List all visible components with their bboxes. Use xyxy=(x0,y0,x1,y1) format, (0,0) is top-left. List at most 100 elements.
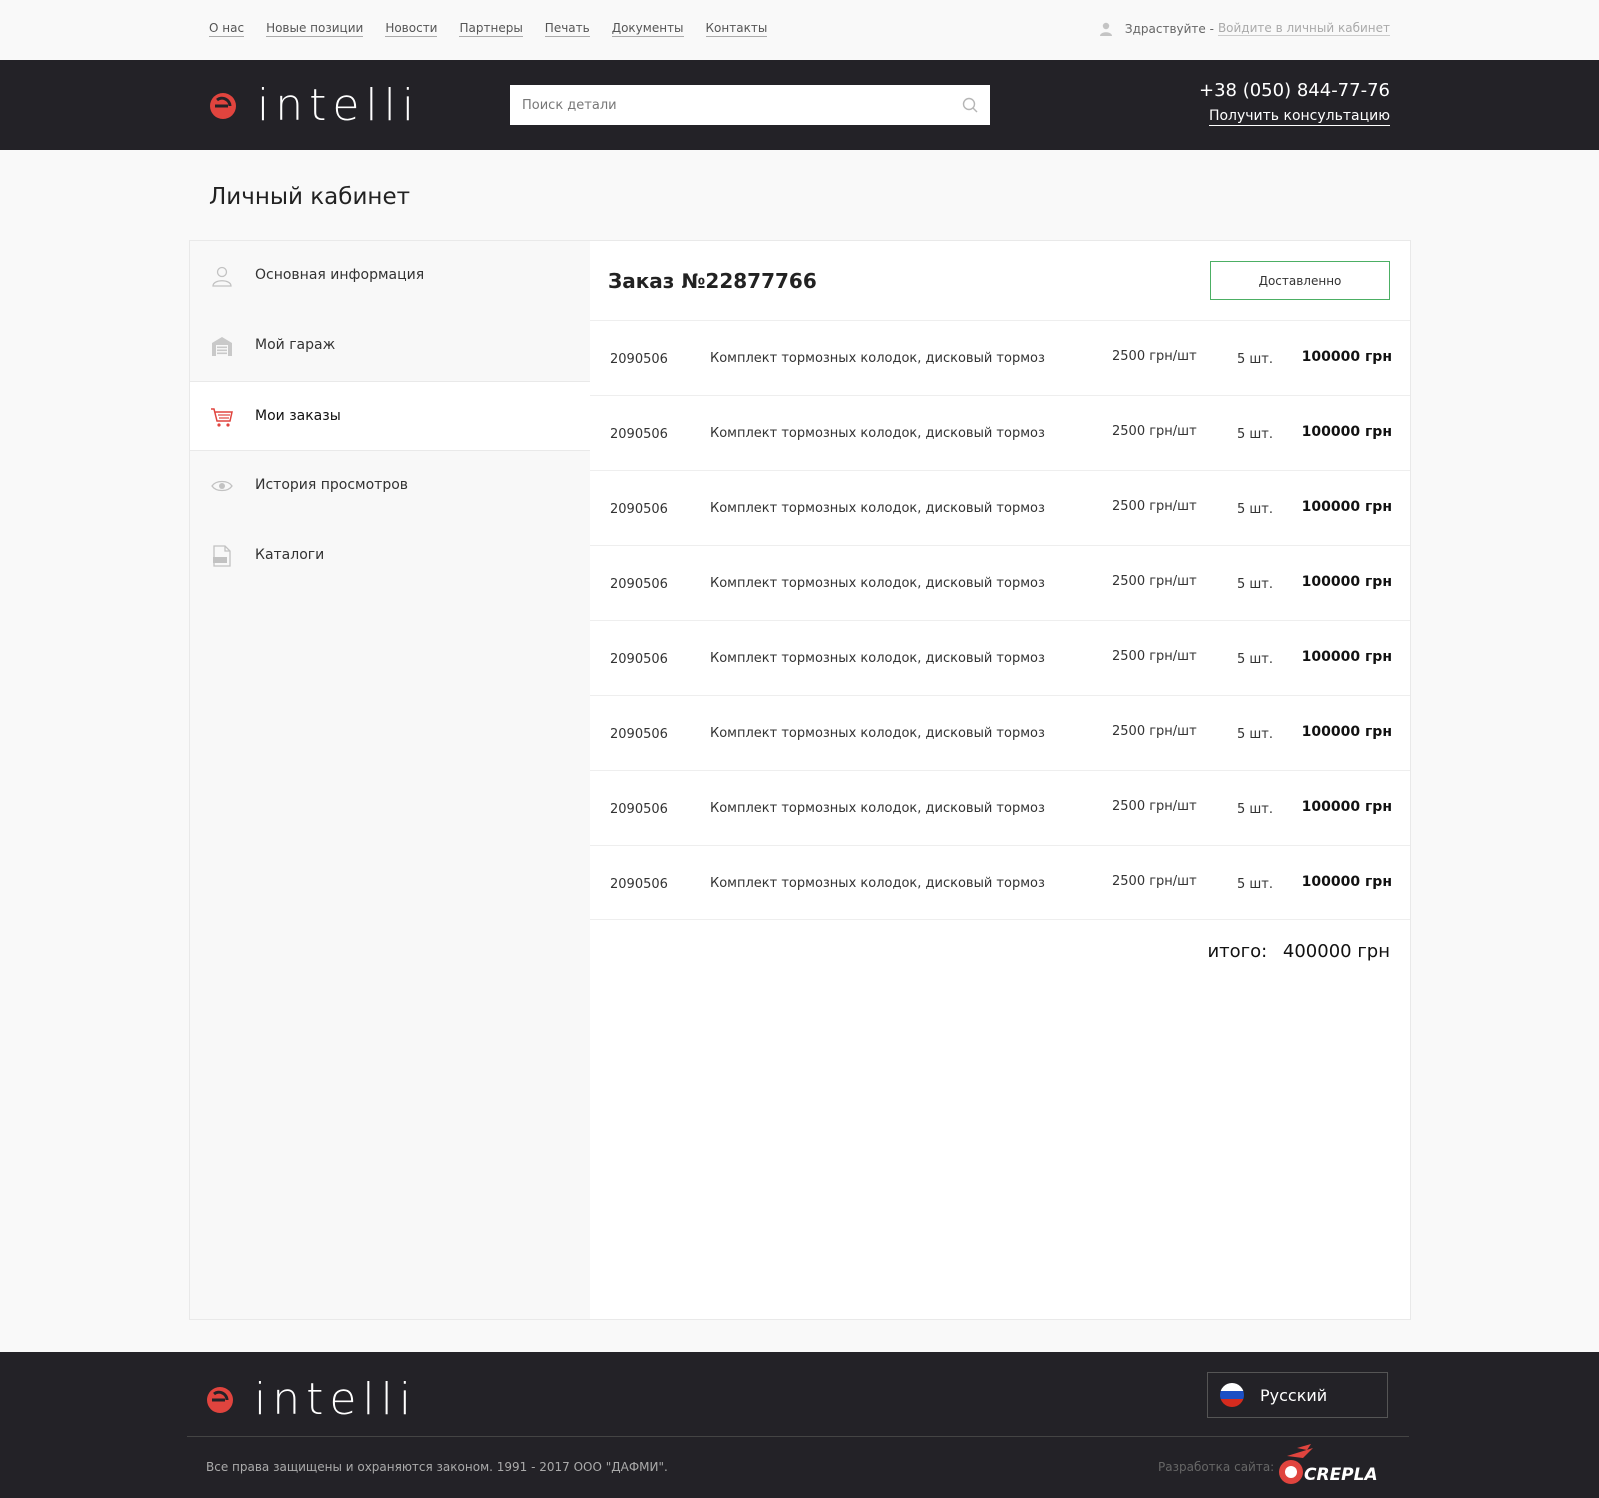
item-name: Комплект тормозных колодок, дисковый тор… xyxy=(710,501,1045,516)
table-row: 2090506 Комплект тормозных колодок, диск… xyxy=(590,770,1410,845)
item-code: 2090506 xyxy=(610,427,668,442)
item-code: 2090506 xyxy=(610,652,668,667)
item-quantity: 5 шт. xyxy=(1237,502,1274,517)
table-row: 2090506 Комплект тормозных колодок, диск… xyxy=(590,470,1410,545)
table-row: 2090506 Комплект тормозных колодок, диск… xyxy=(590,395,1410,470)
footer-logo[interactable]: intelli xyxy=(206,1378,417,1422)
order-items-list: 2090506 Комплект тормозных колодок, диск… xyxy=(590,320,1410,920)
item-quantity: 5 шт. xyxy=(1237,727,1274,742)
item-name: Комплект тормозных колодок, дисковый тор… xyxy=(710,801,1045,816)
search-box xyxy=(510,85,990,125)
pdf-file-icon xyxy=(213,545,231,567)
item-quantity: 5 шт. xyxy=(1237,577,1274,592)
garage-icon xyxy=(212,337,232,356)
sidebar-item-label: История просмотров xyxy=(255,477,409,493)
item-quantity: 5 шт. xyxy=(1237,352,1274,367)
developer-logo-text: CREPLA xyxy=(1304,1465,1378,1485)
item-name: Комплект тормозных колодок, дисковый тор… xyxy=(710,351,1045,366)
item-name: Комплект тормозных колодок, дисковый тор… xyxy=(710,651,1045,666)
item-code: 2090506 xyxy=(610,577,668,592)
item-total: 100000 грн xyxy=(1301,499,1392,515)
search-input[interactable] xyxy=(510,85,990,125)
sidebar-item-label: Основная информация xyxy=(255,267,425,283)
item-name: Комплект тормозных колодок, дисковый тор… xyxy=(710,876,1045,891)
consultation-link[interactable]: Получить консультацию xyxy=(1208,108,1390,126)
top-nav-links: О нас Новые позиции Новости Партнеры Печ… xyxy=(209,21,768,37)
item-total: 100000 грн xyxy=(1301,874,1392,890)
language-label: Русский xyxy=(1260,1385,1328,1405)
nav-link-news[interactable]: Новости xyxy=(385,21,438,37)
item-code: 2090506 xyxy=(610,727,668,742)
item-price: 2500 грн/шт xyxy=(1112,424,1197,439)
grand-total-value: 400000 грн xyxy=(1282,941,1390,962)
item-name: Комплект тормозных колодок, дисковый тор… xyxy=(710,726,1045,741)
grand-total-label: итого: xyxy=(1207,941,1268,962)
site-footer: intelli Русский Все права защищены и охр… xyxy=(0,1352,1599,1498)
item-quantity: 5 шт. xyxy=(1237,427,1274,442)
logo-wordmark: intelli xyxy=(254,1374,418,1425)
logo-mark-icon xyxy=(210,93,236,119)
table-row: 2090506 Комплект тормозных колодок, диск… xyxy=(590,845,1410,920)
sidebar-item-orders[interactable]: Мои заказы xyxy=(190,381,590,451)
phone-number[interactable]: +38 (050) 844-77-76 xyxy=(1199,80,1390,101)
nav-link-contacts[interactable]: Контакты xyxy=(705,21,768,37)
order-grand-total: итого: 400000 грн xyxy=(1207,941,1390,962)
item-total: 100000 грн xyxy=(1301,424,1392,440)
user-icon xyxy=(212,266,232,287)
nav-link-partners[interactable]: Партнеры xyxy=(459,21,523,37)
nav-link-print[interactable]: Печать xyxy=(544,21,590,37)
sidebar-item-main-info[interactable]: Основная информация xyxy=(190,241,590,311)
item-code: 2090506 xyxy=(610,802,668,817)
sidebar-item-garage[interactable]: Мой гараж xyxy=(190,311,590,381)
table-row: 2090506 Комплект тормозных колодок, диск… xyxy=(590,545,1410,620)
copyright-text: Все права защищены и охраняются законом.… xyxy=(206,1460,668,1474)
sidebar-item-label: Мой гараж xyxy=(255,337,336,353)
page-title: Личный кабинет xyxy=(209,184,410,210)
login-link[interactable]: Войдите в личный кабинет xyxy=(1217,21,1390,36)
item-price: 2500 грн/шт xyxy=(1112,349,1197,364)
russia-flag-icon xyxy=(1220,1383,1244,1407)
sidebar-item-label: Мои заказы xyxy=(255,408,341,424)
greeting-text: Здраствуйте - xyxy=(1124,21,1214,36)
nav-link-new-items[interactable]: Новые позиции xyxy=(266,21,364,37)
item-code: 2090506 xyxy=(610,352,668,367)
user-greeting: Здраствуйте - Войдите в личный кабинет xyxy=(1099,21,1390,36)
cart-icon xyxy=(211,408,233,427)
logo-wordmark: intelli xyxy=(257,80,421,131)
order-status-button[interactable]: Доставленно xyxy=(1210,261,1390,300)
item-name: Комплект тормозных колодок, дисковый тор… xyxy=(710,576,1045,591)
item-quantity: 5 шт. xyxy=(1237,877,1274,892)
account-panel: Основная информация Мой гараж Мои заказы xyxy=(189,240,1411,1320)
site-header: intelli +38 (050) 844-77-76 Получить кон… xyxy=(0,60,1599,150)
item-total: 100000 грн xyxy=(1301,349,1392,365)
item-price: 2500 грн/шт xyxy=(1112,499,1197,514)
item-price: 2500 грн/шт xyxy=(1112,874,1197,889)
top-navigation-bar: О нас Новые позиции Новости Партнеры Печ… xyxy=(0,0,1599,60)
item-code: 2090506 xyxy=(610,877,668,892)
item-code: 2090506 xyxy=(610,502,668,517)
item-price: 2500 грн/шт xyxy=(1112,649,1197,664)
nav-link-about[interactable]: О нас xyxy=(209,21,245,37)
item-total: 100000 грн xyxy=(1301,724,1392,740)
language-selector[interactable]: Русский xyxy=(1207,1372,1388,1418)
nav-link-documents[interactable]: Документы xyxy=(611,21,684,37)
account-sidebar: Основная информация Мой гараж Мои заказы xyxy=(190,241,590,1319)
sidebar-item-label: Каталоги xyxy=(255,547,325,563)
search-icon[interactable] xyxy=(962,97,978,113)
footer-divider xyxy=(187,1436,1409,1437)
item-total: 100000 грн xyxy=(1301,574,1392,590)
item-quantity: 5 шт. xyxy=(1237,802,1274,817)
user-icon xyxy=(1099,22,1112,36)
sidebar-item-catalogs[interactable]: Каталоги xyxy=(190,521,590,591)
table-row: 2090506 Комплект тормозных колодок, диск… xyxy=(590,695,1410,770)
developer-logo[interactable]: CREPLA xyxy=(1277,1444,1390,1486)
item-total: 100000 грн xyxy=(1301,799,1392,815)
item-quantity: 5 шт. xyxy=(1237,652,1274,667)
item-total: 100000 грн xyxy=(1301,649,1392,665)
item-price: 2500 грн/шт xyxy=(1112,574,1197,589)
order-details: Заказ №22877766 Доставленно 2090506 Комп… xyxy=(590,241,1410,1319)
sidebar-item-history[interactable]: История просмотров xyxy=(190,451,590,521)
site-logo[interactable]: intelli xyxy=(209,84,420,128)
item-price: 2500 грн/шт xyxy=(1112,724,1197,739)
eye-icon xyxy=(211,480,233,492)
